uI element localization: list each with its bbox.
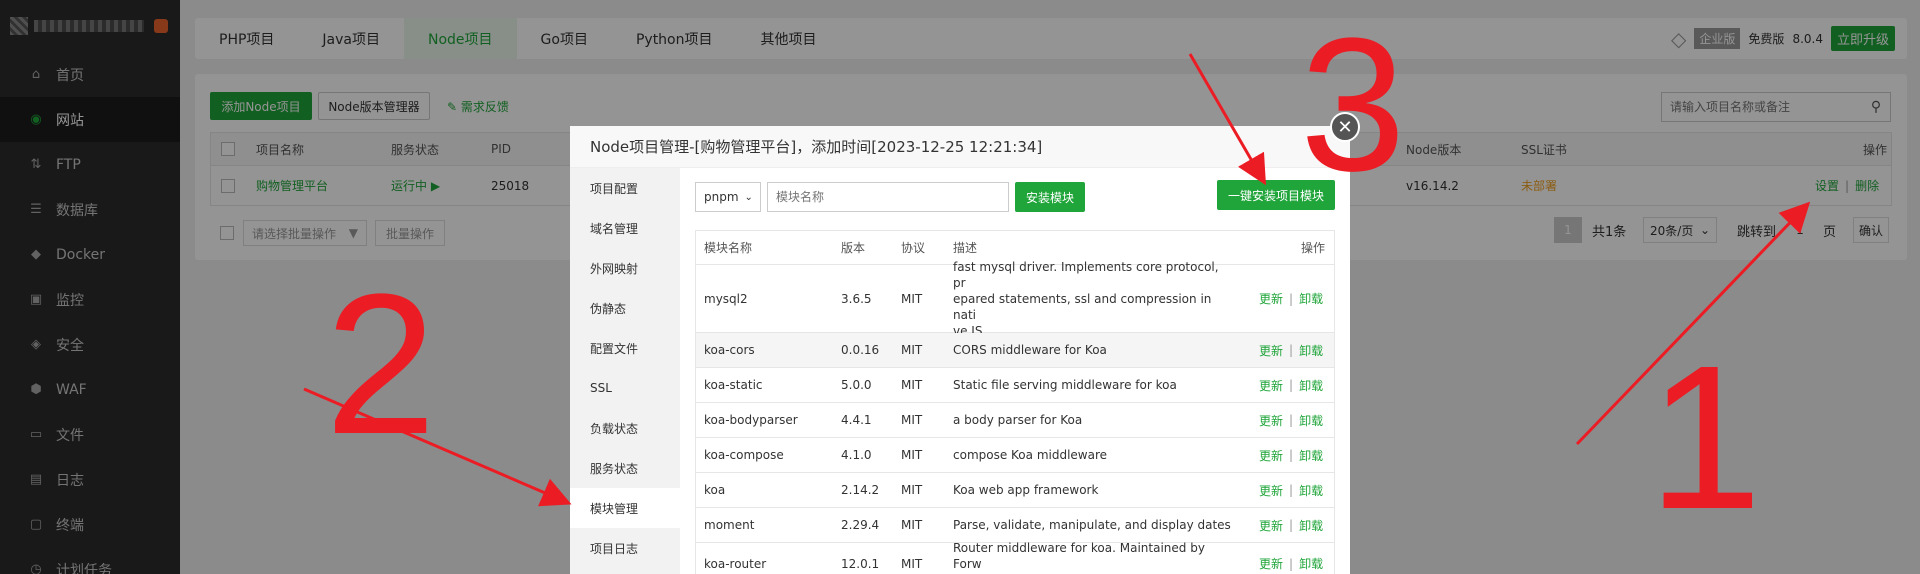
annotation-number-1: 1 (1648, 323, 1763, 552)
annotation-number-2: 2 (325, 253, 437, 476)
arrow-3 (1188, 53, 1267, 186)
annotation-arrows (303, 53, 1811, 507)
annotation-number-3: 3 (1300, 0, 1406, 211)
